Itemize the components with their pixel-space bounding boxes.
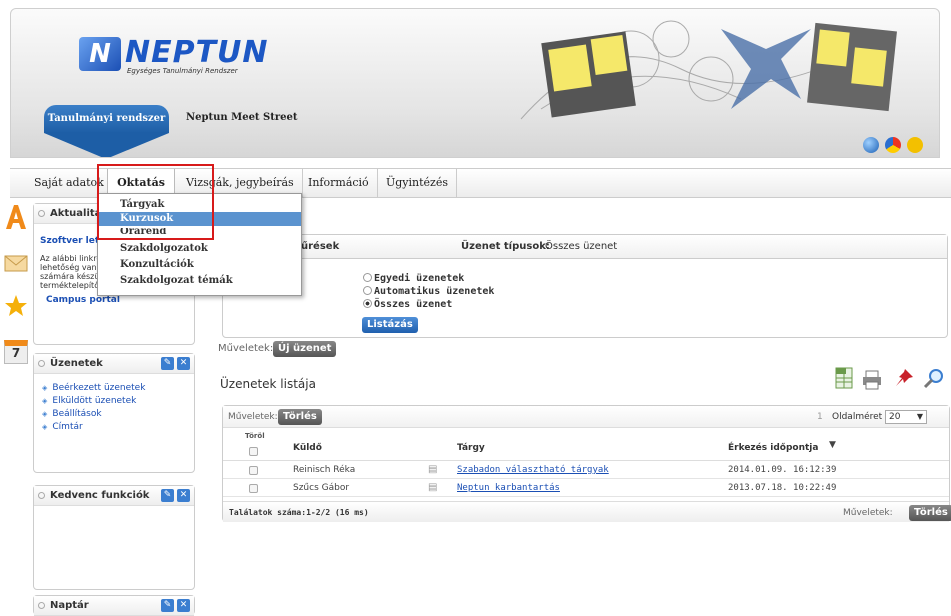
radio-osszes-uzenet[interactable]: Összes üzenet xyxy=(363,299,452,310)
panel-naptar: Naptár ✎ ✕ xyxy=(33,595,195,616)
table-row[interactable]: Szűcs Gábor ▤ Neptun karbantartás 2013.0… xyxy=(223,480,949,497)
column-torol: Töröl xyxy=(245,432,265,440)
neptun-logo[interactable]: N NEPTUN Egységes Tanulmányi Rendszer xyxy=(79,35,268,77)
delete-button-bottom[interactable]: Törlés xyxy=(909,505,951,521)
chevron-down-icon: ▼ xyxy=(916,412,923,421)
filter-type-value: Összes üzenet xyxy=(545,241,618,252)
page-size-label: Oldalméret xyxy=(832,412,883,422)
page-size-value: 20 xyxy=(889,412,901,422)
panel-settings-icon[interactable]: ✎ xyxy=(161,357,174,370)
row-checkbox[interactable] xyxy=(249,484,258,493)
star-icon[interactable] xyxy=(4,294,28,318)
table-header: Töröl Küldő Tárgy Érkezés időpontja ▼ xyxy=(223,429,949,461)
news-campus-link[interactable]: Campus portál xyxy=(46,295,120,305)
menu-informacio[interactable]: Információ xyxy=(300,169,378,197)
panel-kedvenc-title: Kedvenc funkciók xyxy=(50,490,150,501)
font-a-icon[interactable] xyxy=(4,205,28,229)
dropdown-item-konzultaciok[interactable]: Konzultációk xyxy=(98,258,301,272)
row-subject-link[interactable]: Neptun karbantartás xyxy=(457,483,560,493)
column-targy[interactable]: Tárgy xyxy=(457,443,485,453)
page-number[interactable]: 1 xyxy=(817,412,823,422)
print-icon[interactable] xyxy=(862,370,882,390)
results-count: Találatok száma:1-2/2 (16 ms) xyxy=(229,508,369,517)
globe-icon[interactable] xyxy=(863,137,879,153)
dropdown-item-szakdolgozat-temak[interactable]: Szakdolgozat témák xyxy=(98,274,301,288)
tab-tanulmanyi-rendszer[interactable]: Tanulmányi rendszer xyxy=(44,105,169,157)
news-text-line: számára készü xyxy=(40,272,100,281)
menu-ugyintezes[interactable]: Ügyintézés xyxy=(378,169,458,197)
neptun-logo-icon: N xyxy=(79,37,121,71)
calendar-icon[interactable]: 7 xyxy=(4,340,28,364)
column-erkezes[interactable]: Érkezés időpontja xyxy=(728,443,818,453)
dropdown-item-szakdolgozatok[interactable]: Szakdolgozatok xyxy=(98,242,301,256)
message-type-icon: ▤ xyxy=(428,464,438,475)
pin-icon[interactable] xyxy=(893,367,915,389)
message-list: Műveletek: Törlés 1 Oldalméret 20 ▼ Töröl… xyxy=(222,405,951,522)
logo-title: NEPTUN xyxy=(125,35,269,70)
excel-export-icon[interactable] xyxy=(835,367,853,389)
sort-icon[interactable]: ▼ xyxy=(829,440,836,450)
filter-title: űrések xyxy=(301,241,340,252)
row-sender: Reinisch Réka xyxy=(293,465,356,475)
new-message-button[interactable]: Új üzenet xyxy=(273,341,337,357)
panel-uzenetek-title: Üzenetek xyxy=(50,358,103,369)
tab-tanulmanyi-rendszer-label: Tanulmányi rendszer xyxy=(44,105,169,133)
list-title: Üzenetek listája xyxy=(220,377,316,391)
row-date: 2013.07.18. 10:22:49 xyxy=(728,483,837,493)
listazas-button[interactable]: Listázás xyxy=(362,317,418,333)
link-beallitasok[interactable]: Beállítások xyxy=(34,408,194,421)
actions-label: Műveletek: xyxy=(218,343,274,354)
radio-automatikus-uzenetek[interactable]: Automatikus üzenetek xyxy=(363,286,494,297)
link-cimtar[interactable]: Címtár xyxy=(34,421,194,434)
news-text-line: terméktelepítő xyxy=(40,281,100,290)
panel-close-icon[interactable]: ✕ xyxy=(177,489,190,502)
column-kuldo[interactable]: Küldő xyxy=(293,443,322,453)
select-all-checkbox[interactable] xyxy=(249,447,258,456)
news-text-line: lehetőség van a xyxy=(40,263,105,272)
link-beerkezett-uzenetek[interactable]: Beérkezett üzenetek xyxy=(34,382,194,395)
row-date: 2014.01.09. 16:12:39 xyxy=(728,465,837,475)
panel-close-icon[interactable]: ✕ xyxy=(177,599,190,612)
logo-subtitle: Egységes Tanulmányi Rendszer xyxy=(127,67,238,75)
row-checkbox[interactable] xyxy=(249,466,258,475)
search-icon[interactable] xyxy=(923,367,945,389)
row-subject-link[interactable]: Szabadon választható tárgyak xyxy=(457,465,609,475)
panel-kedvenc-funkciok: Kedvenc funkciók ✎ ✕ xyxy=(33,485,195,590)
link-elkuldott-uzenetek[interactable]: Elküldött üzenetek xyxy=(34,395,194,408)
accessibility-icon[interactable] xyxy=(907,137,923,153)
tab-pointer xyxy=(44,133,169,157)
filter-type-label: Üzenet típusok: xyxy=(461,241,550,252)
envelope-icon[interactable] xyxy=(4,250,28,274)
tab-neptun-meet-street[interactable]: Neptun Meet Street xyxy=(186,112,297,123)
header-decoration-image xyxy=(520,20,897,120)
panel-naptar-title: Naptár xyxy=(50,600,89,611)
highlight-box xyxy=(97,164,214,240)
panel-settings-icon[interactable]: ✎ xyxy=(161,489,174,502)
list-actions-label: Műveletek: xyxy=(228,412,278,422)
panel-uzenetek: Üzenetek ✎ ✕ Beérkezett üzenetek Elküldö… xyxy=(33,353,195,473)
header: N NEPTUN Egységes Tanulmányi Rendszer Ta… xyxy=(10,8,940,158)
header-icons xyxy=(863,137,923,153)
row-sender: Szűcs Gábor xyxy=(293,483,350,493)
panel-settings-icon[interactable]: ✎ xyxy=(161,599,174,612)
filter-panel: űrések Üzenet típusok: Összes üzenet Egy… xyxy=(222,234,948,338)
table-row[interactable]: Reinisch Réka ▤ Szabadon választható tár… xyxy=(223,462,949,479)
color-theme-icon[interactable] xyxy=(885,137,901,153)
page-size-select[interactable]: 20 ▼ xyxy=(885,410,927,424)
panel-close-icon[interactable]: ✕ xyxy=(177,357,190,370)
footer-actions-label: Műveletek: xyxy=(843,508,893,518)
news-text-line: Az alábbi linkre xyxy=(40,254,102,263)
radio-egyedi-uzenetek[interactable]: Egyedi üzenetek xyxy=(363,273,464,284)
message-type-icon: ▤ xyxy=(428,482,438,493)
delete-button-top[interactable]: Törlés xyxy=(278,409,322,425)
